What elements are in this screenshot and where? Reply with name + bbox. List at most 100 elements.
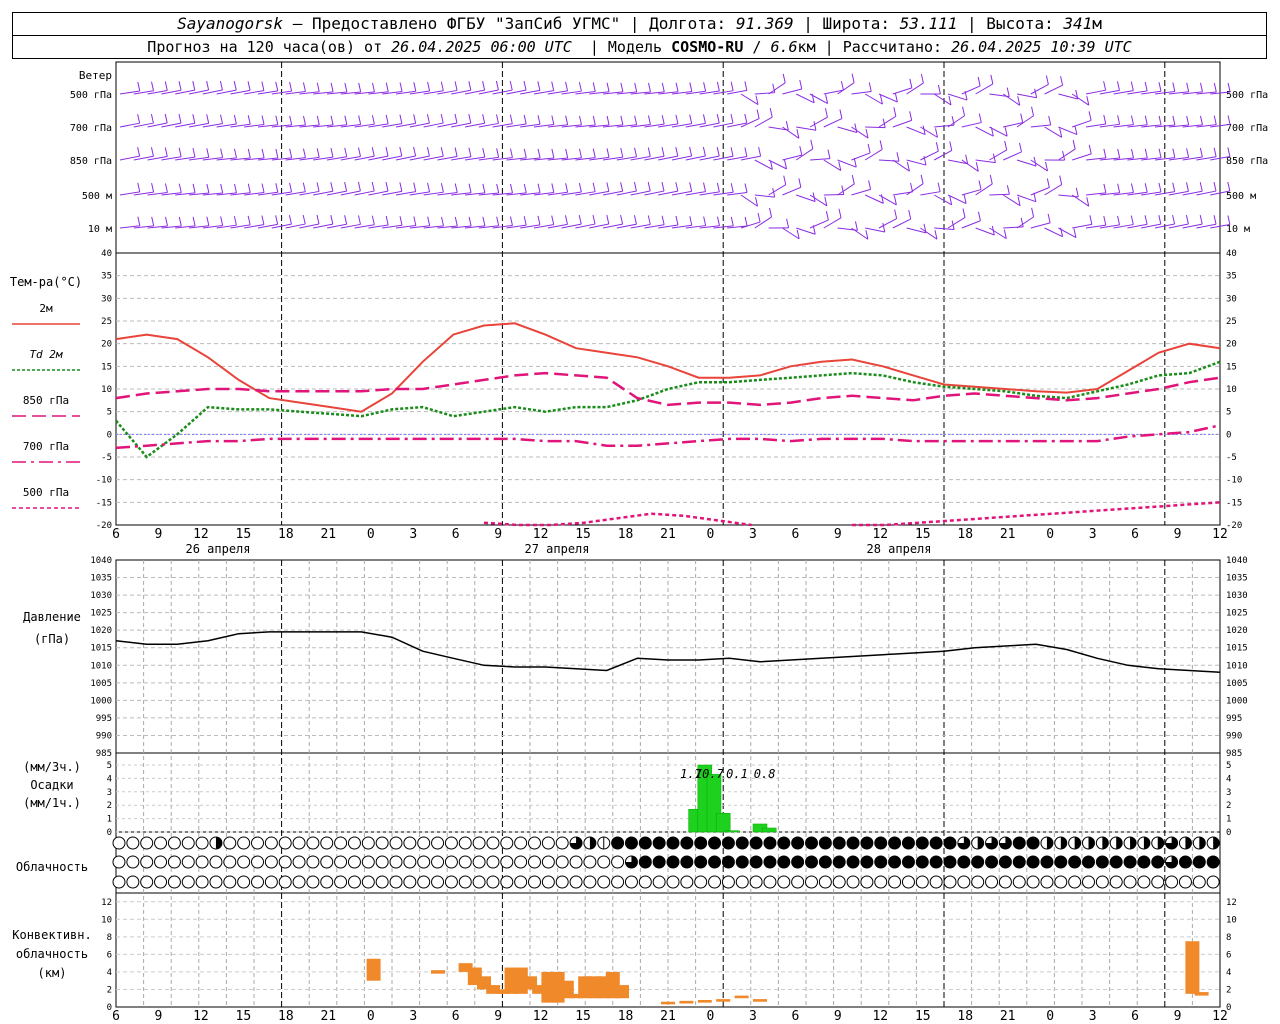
wind-barb-flag <box>537 81 541 91</box>
wind-barb-flag <box>1130 183 1134 193</box>
cloud-symbol-fill <box>888 856 901 868</box>
wind-barb-flag <box>371 215 375 225</box>
cloud-symbol-fill <box>1088 837 1095 849</box>
wind-barb-flag <box>1117 183 1121 193</box>
wind-barb-flag <box>164 183 168 193</box>
cloud-symbol <box>347 836 361 850</box>
wind-barb-flag <box>675 182 679 192</box>
temp-legend-label: 500 гПа <box>23 486 69 499</box>
cloud-symbol <box>195 875 209 889</box>
cloud-symbol <box>1054 875 1068 889</box>
wind-barb-flag <box>413 146 417 157</box>
wind-barb-flag <box>482 80 486 91</box>
wind-barb-flag <box>1158 148 1162 158</box>
cloud-symbol-fill <box>708 837 721 849</box>
cloud-symbol <box>541 855 555 869</box>
conv-y-tick: 4 <box>107 968 112 978</box>
x-tick-label: 6 <box>1131 527 1139 542</box>
wind-barb-flag <box>578 182 582 193</box>
wind-barb <box>851 188 871 196</box>
wind-barb-flag <box>592 148 596 158</box>
precip-total-label: 10.7 <box>695 767 725 781</box>
x-tick-label: 15 <box>236 527 252 542</box>
wind-barb <box>892 159 910 172</box>
cloud-symbol <box>278 875 292 889</box>
cloud-symbol-fill <box>902 837 915 849</box>
wind-barb-flag <box>482 147 486 158</box>
wind-barb-flag <box>647 147 651 157</box>
temp-y-tick: -15 <box>96 498 112 508</box>
cloud-symbol <box>431 855 445 869</box>
cloud-symbol-fill <box>805 837 818 849</box>
cloud-symbol <box>805 875 818 889</box>
wind-barb <box>823 217 842 229</box>
cloud-symbol <box>417 836 431 850</box>
wind-barb-flag <box>661 147 665 157</box>
wind-barb-flag <box>799 145 803 156</box>
cloud-symbol <box>541 836 555 850</box>
wind-barb-flag <box>1117 115 1121 125</box>
x-tick-label: 9 <box>494 527 502 542</box>
wind-barb-flag <box>468 147 472 157</box>
conv-y-tick: 12 <box>101 898 112 908</box>
cloud-symbol <box>126 855 140 869</box>
wind-barb-flag <box>496 216 500 226</box>
wind-barb-flag <box>206 216 210 226</box>
wind-barb-flag <box>716 182 720 193</box>
x-tick-label-bottom: 15 <box>575 1009 591 1024</box>
wind-barb-flag <box>1074 125 1078 135</box>
wind-barb-flag <box>551 115 555 125</box>
wind-barb-flag <box>289 148 293 158</box>
wind-barb <box>809 116 828 128</box>
plot-frame <box>115 61 1221 526</box>
wind-barb-flag <box>440 81 444 91</box>
wind-barb-flag <box>1006 87 1010 97</box>
wind-barb-flag <box>1213 82 1217 93</box>
cloud-symbol <box>403 875 417 889</box>
wind-barb-flag <box>1172 148 1176 158</box>
wind-barb-flag <box>894 92 898 103</box>
cloud-symbol <box>237 855 251 869</box>
cloud-symbol-fill <box>1199 837 1206 849</box>
temp-legend-label: Td 2м <box>29 348 62 361</box>
wind-barb-flag <box>1033 156 1037 167</box>
cloud-symbol <box>444 875 458 889</box>
wind-barb-flag <box>978 180 982 190</box>
cloud-symbol <box>223 836 237 850</box>
cloud-symbol-fill <box>1054 856 1067 868</box>
wind-barb-flag <box>730 113 734 124</box>
cloud-symbol-fill <box>819 856 832 868</box>
wind-barb <box>961 189 982 196</box>
wind-barb-flag <box>1130 215 1134 225</box>
cloud-symbol-fill <box>1013 856 1026 868</box>
wind-barb-flag <box>261 115 265 125</box>
cloud-symbol <box>458 875 472 889</box>
cloud-symbol <box>278 855 292 869</box>
temp-title: Тем-ра(°C) <box>10 275 82 289</box>
wind-barb-flag <box>1172 182 1176 192</box>
wind-barb-flag <box>178 81 182 91</box>
wind-barb-flag <box>537 183 541 193</box>
cloud-symbol <box>763 875 777 889</box>
wind-barb-row <box>119 174 1231 207</box>
temp-legend-label: 700 гПа <box>23 440 69 453</box>
cloud-symbol <box>1012 875 1026 889</box>
wind-barb-flag <box>606 82 610 92</box>
wind-barb-flag <box>399 182 403 192</box>
wind-barb-flag <box>1116 81 1120 91</box>
cloud-symbol-fill <box>791 837 804 849</box>
wind-barb-flag <box>1199 147 1203 158</box>
wind-barb-flag <box>247 215 251 226</box>
cloud-symbol-fill <box>930 837 943 849</box>
cloud-symbol <box>403 836 417 850</box>
cloud-symbol-fill <box>888 837 901 849</box>
cloud-symbol <box>929 875 943 889</box>
wind-barb-flag <box>1034 88 1038 98</box>
conv-unit: (км) <box>38 966 67 980</box>
wind-barb-row <box>119 106 1231 139</box>
cloud-symbol-fill <box>833 856 846 868</box>
wind-barb-flag <box>620 182 624 192</box>
wind-barb-flag <box>744 81 748 91</box>
wind-barb-flag <box>1144 115 1148 125</box>
conv-y-tick: 0 <box>107 1003 112 1013</box>
